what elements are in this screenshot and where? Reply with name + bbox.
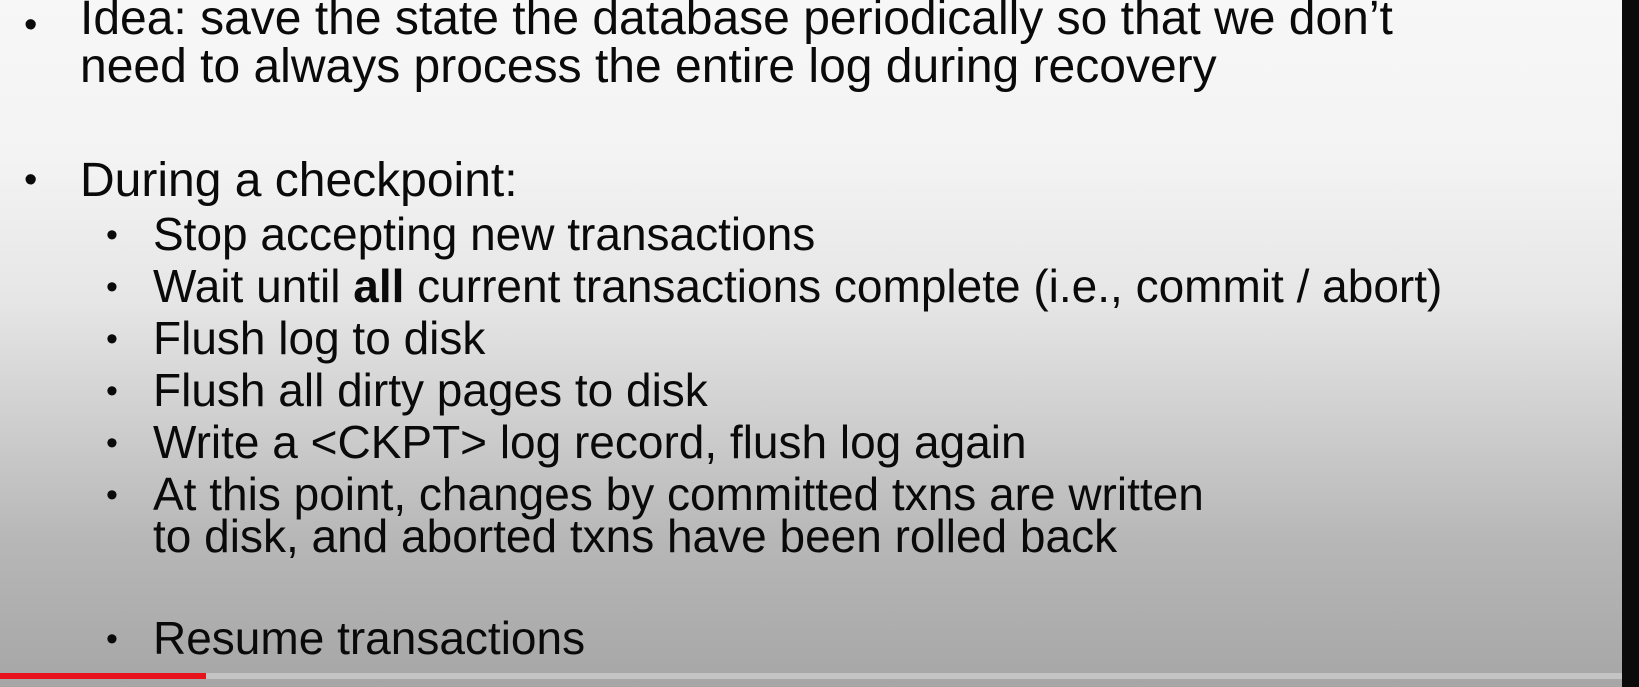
bullet-dot: •: [24, 159, 38, 201]
subitem-wait-until: Wait until all current transactions comp…: [153, 263, 1442, 309]
subitem-resume: Resume transactions: [153, 612, 586, 664]
sub-bullet-dot: •: [106, 268, 118, 306]
sub-bullet-dot: •: [106, 320, 118, 358]
subitem-flush-dirty-pages: Flush all dirty pages to disk: [153, 364, 708, 416]
subitem-wait-pre: Wait until: [153, 260, 354, 312]
subitem-wait-post: current transactions complete (i.e., com…: [404, 260, 1443, 312]
subitem-write-ckpt: Write a <CKPT> log record, flush log aga…: [153, 416, 1027, 468]
video-progress-bar[interactable]: [0, 673, 1622, 679]
subitem-wait-bold: all: [353, 260, 405, 312]
idea-line-1: Idea: save the state the database period…: [80, 0, 1393, 45]
right-edge-border: [1622, 0, 1639, 687]
sub-bullet-dot: •: [106, 372, 118, 410]
idea-line-2: need to always process the entire log du…: [80, 40, 1217, 93]
sub-bullet-dot: •: [106, 216, 118, 254]
video-progress-played: [0, 673, 206, 679]
bullet-dot: •: [24, 4, 38, 46]
subitem-stop-accepting: Stop accepting new transactions: [153, 208, 816, 260]
sub-bullet-dot: •: [106, 424, 118, 462]
checkpoint-heading: During a checkpoint:: [80, 154, 518, 207]
subitem-at-this-point-line-2: to disk, and aborted txns have been roll…: [153, 510, 1118, 562]
subitem-flush-log: Flush log to disk: [153, 312, 486, 364]
sub-bullet-dot: •: [106, 476, 118, 514]
slide: • Idea: save the state the database peri…: [0, 0, 1622, 687]
sub-bullet-dot: •: [106, 620, 118, 658]
